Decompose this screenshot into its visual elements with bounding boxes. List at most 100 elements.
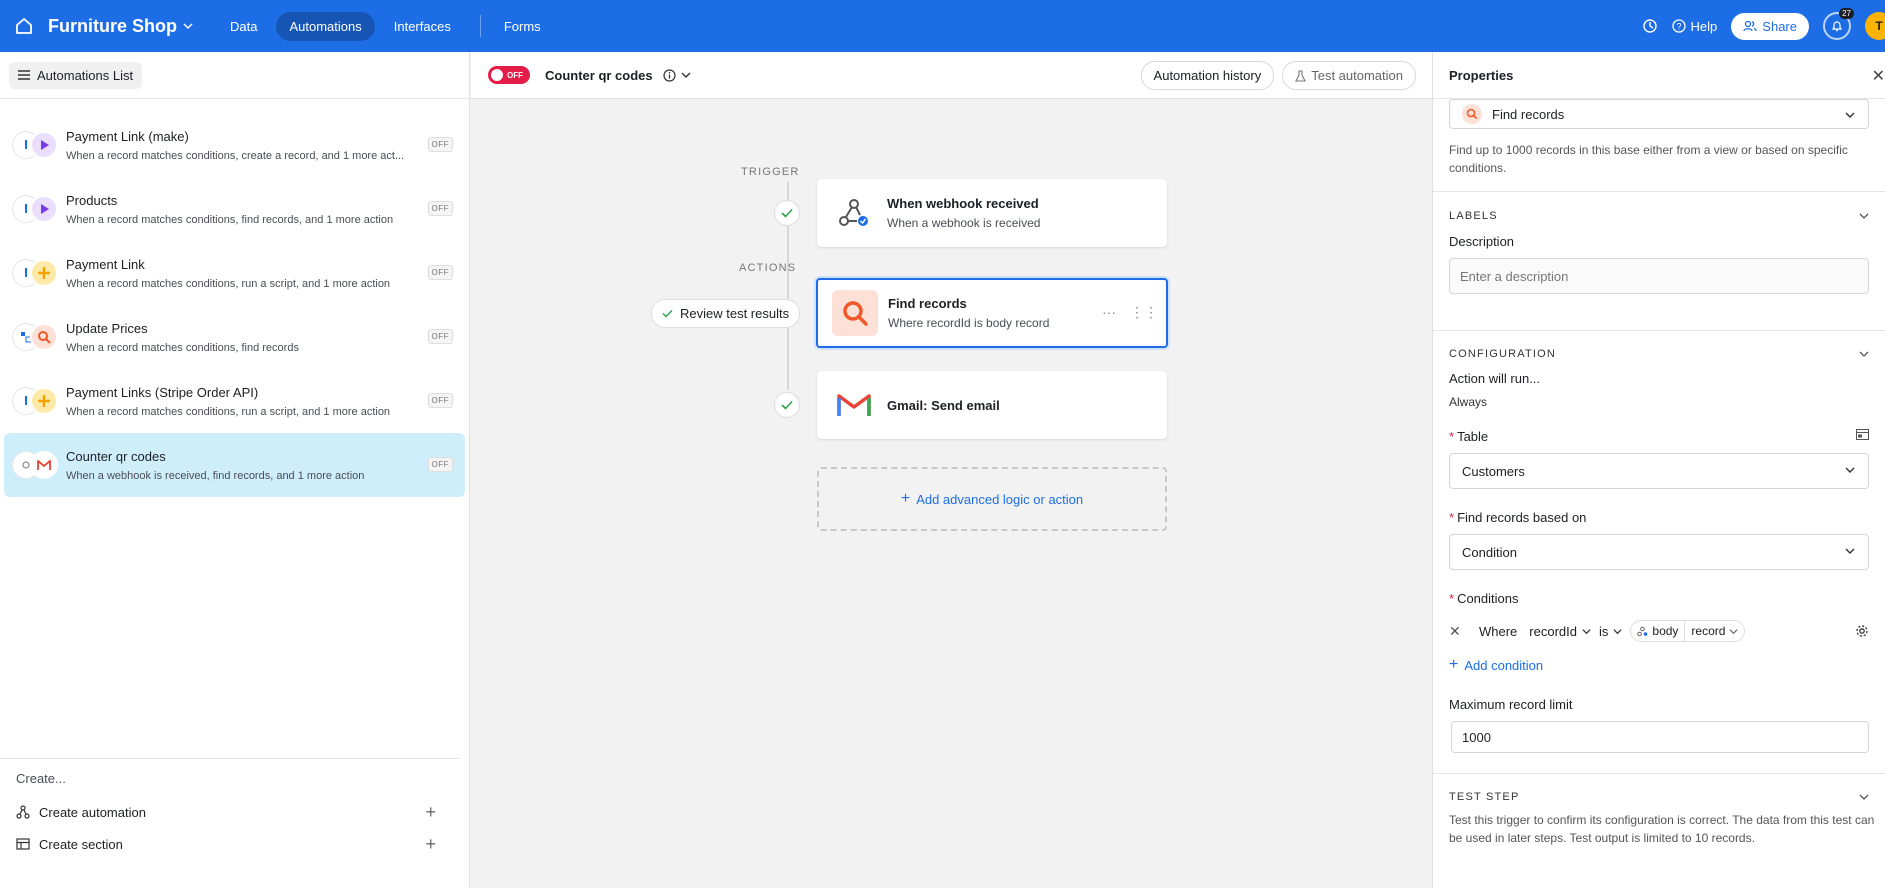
automation-history-button[interactable]: Automation history bbox=[1140, 61, 1275, 90]
svg-text:?: ? bbox=[1676, 22, 1681, 32]
search-icon bbox=[30, 323, 58, 351]
add-condition-label: Add condition bbox=[1464, 657, 1544, 673]
add-advanced-logic-button[interactable]: + Add advanced logic or action bbox=[817, 467, 1167, 531]
search-icon bbox=[832, 290, 878, 336]
action-hint: Find up to 1000 records in this base eit… bbox=[1449, 143, 1848, 175]
automations-list-button[interactable]: Automations List bbox=[9, 61, 143, 89]
condition-field-select[interactable]: recordId bbox=[1529, 624, 1591, 639]
automation-desc: When a record matches conditions, create… bbox=[66, 149, 405, 162]
automation-desc: When a record matches conditions, find r… bbox=[66, 213, 394, 226]
max-limit-value: 1000 bbox=[1462, 729, 1491, 745]
labels-section-header[interactable]: LABELS bbox=[1449, 210, 1869, 222]
action-step-gmail[interactable]: Gmail: Send email bbox=[817, 371, 1167, 439]
description-input[interactable]: Enter a description bbox=[1449, 258, 1869, 294]
automation-item-payment-link[interactable]: Payment Link When a record matches condi… bbox=[4, 241, 465, 305]
step-title: Find records bbox=[888, 296, 967, 311]
automation-name: Payment Link bbox=[66, 256, 145, 272]
tab-forms[interactable]: Forms bbox=[491, 12, 554, 41]
avatar[interactable]: T bbox=[1865, 12, 1885, 40]
plus-icon: + bbox=[1449, 656, 1459, 673]
chevron-down-icon[interactable] bbox=[681, 70, 691, 80]
check-icon bbox=[662, 309, 673, 318]
test-step-section-header[interactable]: TEST STEP bbox=[1449, 791, 1869, 803]
based-on-label: * Find records based on bbox=[1449, 510, 1587, 525]
home-icon[interactable] bbox=[0, 16, 48, 36]
condition-operator-select[interactable]: is bbox=[1599, 624, 1622, 639]
step-subtitle: When a webhook is received bbox=[887, 216, 1041, 230]
automation-item-products[interactable]: Products When a record matches condition… bbox=[4, 177, 465, 241]
conditions-label: * Conditions bbox=[1449, 591, 1519, 606]
test-automation-button[interactable]: Test automation bbox=[1282, 61, 1416, 90]
drag-handle-icon[interactable]: ⋮⋮ bbox=[1130, 304, 1158, 321]
make-icon bbox=[30, 131, 58, 159]
automation-name: Update Prices bbox=[66, 320, 148, 336]
notification-count: 27 bbox=[1839, 8, 1854, 19]
chevron-down-icon bbox=[1582, 628, 1591, 634]
labels-title: LABELS bbox=[1449, 210, 1498, 222]
description-label: Description bbox=[1449, 234, 1515, 249]
step-title: Gmail: Send email bbox=[887, 397, 1000, 413]
automations-list-label: Automations List bbox=[37, 67, 134, 83]
remove-condition-icon[interactable]: ✕ bbox=[1449, 623, 1467, 640]
create-automation-button[interactable]: Create automation + bbox=[16, 796, 444, 828]
add-logic-label: Add advanced logic or action bbox=[916, 491, 1084, 507]
share-label: Share bbox=[1762, 18, 1797, 34]
review-test-results-button[interactable]: Review test results bbox=[651, 299, 801, 328]
help-button[interactable]: ? Help bbox=[1671, 19, 1717, 34]
base-name-menu[interactable]: Furniture Shop bbox=[48, 16, 193, 37]
condition-value-token[interactable]: body record bbox=[1630, 620, 1746, 642]
automation-desc: When a webhook is received, find records… bbox=[66, 469, 365, 482]
automation-item-update-prices[interactable]: Update Prices When a record matches cond… bbox=[4, 305, 465, 369]
more-icon[interactable]: ··· bbox=[1102, 304, 1116, 321]
chevron-down-icon bbox=[1613, 628, 1622, 634]
plus-icon bbox=[30, 387, 58, 415]
automation-item-payment-links-stripe[interactable]: Payment Links (Stripe Order API) When a … bbox=[4, 369, 465, 433]
based-on-select[interactable]: Condition bbox=[1449, 534, 1869, 570]
chevron-down-icon bbox=[1859, 351, 1869, 357]
step-subtitle: Where recordId is body record bbox=[888, 316, 1050, 330]
status-badge: OFF bbox=[427, 393, 453, 408]
run-value[interactable]: Always bbox=[1449, 395, 1869, 409]
configuration-section-header[interactable]: CONFIGURATION bbox=[1449, 348, 1869, 360]
menu-icon bbox=[18, 70, 30, 80]
condition-operator: is bbox=[1599, 623, 1609, 639]
tab-data[interactable]: Data bbox=[217, 12, 270, 41]
help-icon: ? bbox=[1671, 19, 1686, 33]
tab-interfaces[interactable]: Interfaces bbox=[381, 12, 464, 41]
action-type-select[interactable]: Find records bbox=[1449, 99, 1869, 129]
share-button[interactable]: Share bbox=[1731, 12, 1809, 40]
info-icon[interactable] bbox=[663, 68, 676, 82]
condition-row: ✕ Where recordId is body record bbox=[1449, 616, 1869, 646]
test-automation-label: Test automation bbox=[1311, 68, 1403, 83]
add-condition-button[interactable]: + Add condition bbox=[1449, 656, 1869, 674]
table-select[interactable]: Customers bbox=[1449, 453, 1869, 489]
step-title: When webhook received bbox=[887, 196, 1039, 211]
open-table-icon[interactable] bbox=[1856, 429, 1869, 440]
create-section-label: Create section bbox=[39, 836, 123, 852]
properties-title: Properties bbox=[1433, 52, 1885, 99]
create-section-button[interactable]: Create section + bbox=[16, 828, 444, 860]
gmail-icon bbox=[831, 382, 877, 428]
trigger-label: TRIGGER bbox=[741, 166, 800, 178]
automation-toggle[interactable]: OFF bbox=[488, 66, 530, 84]
tab-automations[interactable]: Automations bbox=[276, 11, 375, 41]
status-badge: OFF bbox=[427, 329, 453, 344]
automation-item-payment-link-make[interactable]: Payment Link (make) When a record matche… bbox=[4, 113, 465, 177]
table-value: Customers bbox=[1462, 463, 1525, 479]
trigger-step-webhook[interactable]: When webhook received When a webhook is … bbox=[817, 179, 1167, 247]
close-icon[interactable]: ✕ bbox=[1872, 66, 1885, 86]
automation-title[interactable]: Counter qr codes bbox=[545, 68, 653, 83]
based-on-value: Condition bbox=[1462, 544, 1517, 560]
gear-icon[interactable] bbox=[1855, 624, 1869, 638]
history-icon[interactable] bbox=[1642, 18, 1658, 34]
table-icon bbox=[16, 838, 30, 850]
notifications-button[interactable]: 27 bbox=[1823, 8, 1854, 40]
table-label: * Table bbox=[1449, 429, 1489, 444]
configuration-title: CONFIGURATION bbox=[1449, 348, 1557, 360]
automation-item-counter-qr-codes[interactable]: Counter qr codes When a webhook is recei… bbox=[4, 433, 465, 497]
max-limit-input[interactable]: 1000 bbox=[1451, 721, 1869, 753]
automation-name: Payment Link (make) bbox=[66, 128, 189, 144]
review-label: Review test results bbox=[680, 306, 790, 321]
action-step-find-records[interactable]: Find records Where recordId is body reco… bbox=[816, 278, 1168, 348]
token-body: body bbox=[1652, 624, 1679, 638]
